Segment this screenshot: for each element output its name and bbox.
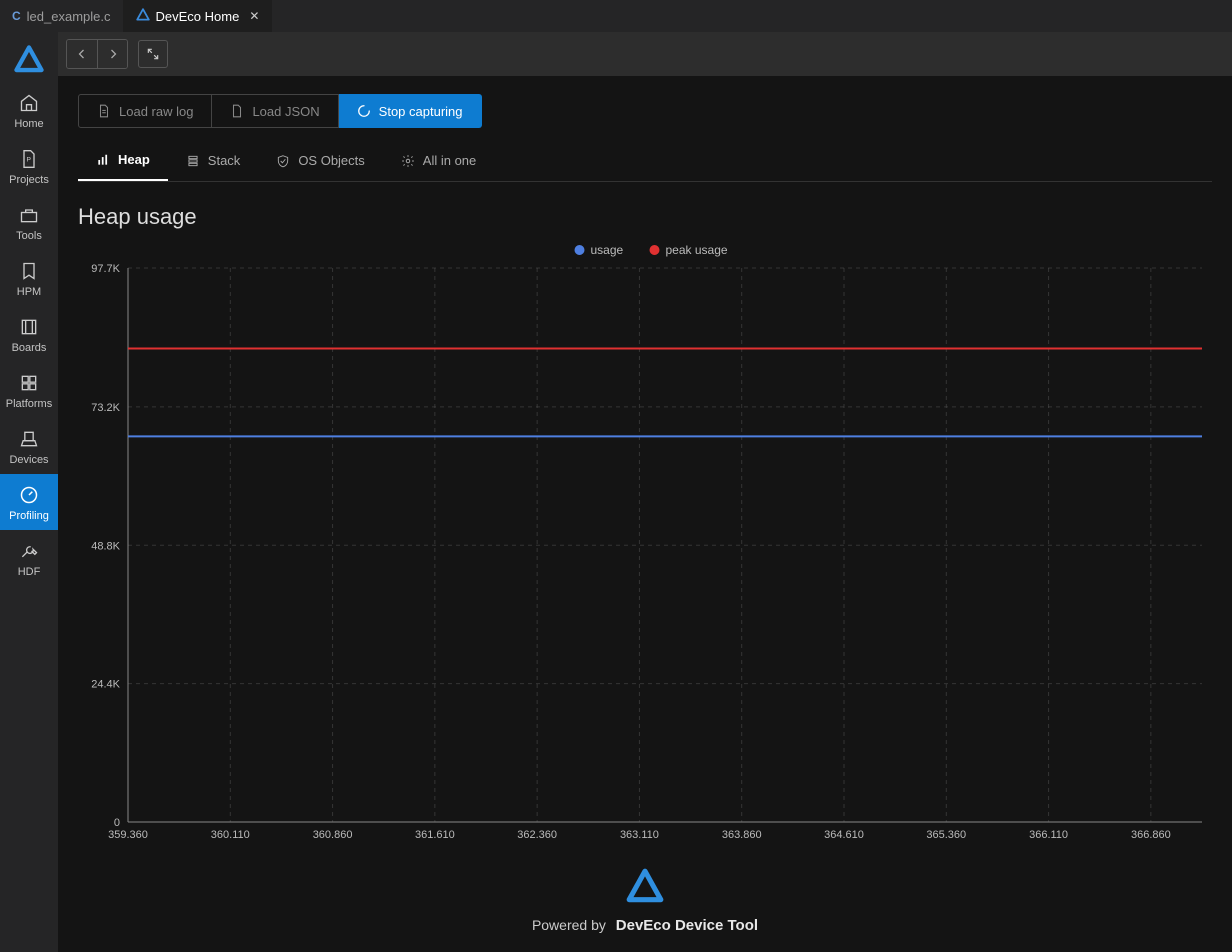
close-icon[interactable]: ✕: [249, 9, 259, 23]
svg-text:362.360: 362.360: [517, 829, 557, 841]
footer-text: Powered by DevEco Device Tool: [78, 917, 1212, 934]
gear-icon: [401, 154, 415, 168]
profiling-subtabs: Heap Stack OS Objects All in one: [78, 142, 1212, 182]
heap-chart: 0 24.4K 48.8K 73.2K 97.7K 359.360 360.110 360.8…: [78, 238, 1212, 852]
tab-heap[interactable]: Heap: [78, 142, 168, 181]
chart-title: Heap usage: [78, 204, 1212, 230]
gauge-icon: [18, 484, 40, 506]
button-label: Stop capturing: [379, 104, 463, 119]
sidebar-item-label: HDF: [18, 566, 41, 578]
svg-text:366.110: 366.110: [1029, 829, 1068, 841]
sidebar-item-hdf[interactable]: HDF: [0, 530, 58, 586]
load-raw-log-button[interactable]: Load raw log: [78, 94, 212, 128]
tab-label: Stack: [208, 153, 241, 168]
sidebar-item-label: Devices: [9, 454, 48, 466]
svg-text:P: P: [27, 157, 32, 164]
sidebar-item-home[interactable]: Home: [0, 82, 58, 138]
sidebar-item-label: Projects: [9, 174, 49, 186]
svg-text:365.360: 365.360: [926, 829, 966, 841]
brand-name: DevEco Device Tool: [616, 917, 758, 934]
svg-text:360.860: 360.860: [313, 829, 353, 841]
stop-capturing-button[interactable]: Stop capturing: [339, 94, 482, 128]
home-icon: [18, 92, 40, 114]
svg-text:360.110: 360.110: [211, 829, 250, 841]
sidebar-item-label: Home: [14, 118, 43, 130]
nav-forward-button[interactable]: [97, 40, 127, 68]
deveco-logo-icon: [136, 8, 150, 25]
sidebar-item-profiling[interactable]: Profiling: [0, 474, 58, 530]
svg-text:366.860: 366.860: [1131, 829, 1171, 841]
load-json-button[interactable]: Load JSON: [212, 94, 338, 128]
svg-text:peak usage: peak usage: [666, 243, 728, 257]
svg-text:364.610: 364.610: [824, 829, 864, 841]
nav-back-button[interactable]: [67, 40, 97, 68]
footer: Powered by DevEco Device Tool: [78, 852, 1212, 952]
content-area: Load raw log Load JSON Stop capturing He…: [58, 32, 1232, 952]
nav-group: [66, 39, 128, 69]
grid-icon: [18, 372, 40, 394]
tab-stack[interactable]: Stack: [168, 142, 259, 181]
board-icon: [18, 316, 40, 338]
stack-icon: [186, 154, 200, 168]
sidebar-item-label: Tools: [16, 230, 42, 242]
tab-label: OS Objects: [298, 153, 364, 168]
app-logo: [9, 40, 49, 80]
svg-text:363.860: 363.860: [722, 829, 762, 841]
sidebar-item-hpm[interactable]: HPM: [0, 250, 58, 306]
editor-tab-label: led_example.c: [27, 9, 111, 24]
svg-text:0: 0: [114, 817, 120, 829]
c-file-icon: C: [12, 9, 21, 23]
sidebar: Home P Projects Tools HPM Boards: [0, 32, 58, 952]
document-icon: P: [18, 148, 40, 170]
editor-tab-deveco-home[interactable]: DevEco Home ✕: [124, 0, 273, 32]
svg-text:73.2K: 73.2K: [91, 402, 120, 414]
file-text-icon: [97, 104, 111, 118]
editor-tabbar: C led_example.c DevEco Home ✕: [0, 0, 1232, 32]
button-label: Load JSON: [252, 104, 319, 119]
device-icon: [18, 428, 40, 450]
sidebar-item-label: Boards: [12, 342, 47, 354]
footer-logo-icon: [78, 868, 1212, 909]
tab-label: Heap: [118, 152, 150, 167]
powered-by-label: Powered by: [532, 917, 606, 933]
svg-text:363.110: 363.110: [620, 829, 659, 841]
button-label: Load raw log: [119, 104, 193, 119]
sidebar-item-label: Platforms: [6, 398, 52, 410]
editor-tab-led-example[interactable]: C led_example.c: [0, 0, 124, 32]
capture-actions: Load raw log Load JSON Stop capturing: [78, 94, 1212, 128]
sidebar-item-devices[interactable]: Devices: [0, 418, 58, 474]
tab-label: All in one: [423, 153, 476, 168]
toolbox-icon: [18, 204, 40, 226]
file-icon: [230, 104, 244, 118]
fullscreen-button[interactable]: [138, 40, 168, 68]
svg-text:361.610: 361.610: [415, 829, 455, 841]
sidebar-item-tools[interactable]: Tools: [0, 194, 58, 250]
sidebar-item-label: Profiling: [9, 510, 49, 522]
svg-text:359.360: 359.360: [108, 829, 148, 841]
sidebar-item-label: HPM: [17, 286, 41, 298]
svg-text:usage: usage: [591, 243, 624, 257]
wrench-icon: [18, 540, 40, 562]
sidebar-item-projects[interactable]: P Projects: [0, 138, 58, 194]
top-toolbar: [58, 32, 1232, 76]
tab-all-in-one[interactable]: All in one: [383, 142, 494, 181]
sidebar-item-platforms[interactable]: Platforms: [0, 362, 58, 418]
svg-text:48.8K: 48.8K: [91, 540, 120, 552]
shield-icon: [276, 154, 290, 168]
chart-bar-icon: [96, 153, 110, 167]
svg-text:24.4K: 24.4K: [91, 679, 120, 691]
tab-os-objects[interactable]: OS Objects: [258, 142, 382, 181]
svg-text:97.7K: 97.7K: [91, 263, 120, 275]
bookmark-icon: [18, 260, 40, 282]
spinner-icon: [357, 104, 371, 118]
sidebar-item-boards[interactable]: Boards: [0, 306, 58, 362]
editor-tab-label: DevEco Home: [156, 9, 240, 24]
